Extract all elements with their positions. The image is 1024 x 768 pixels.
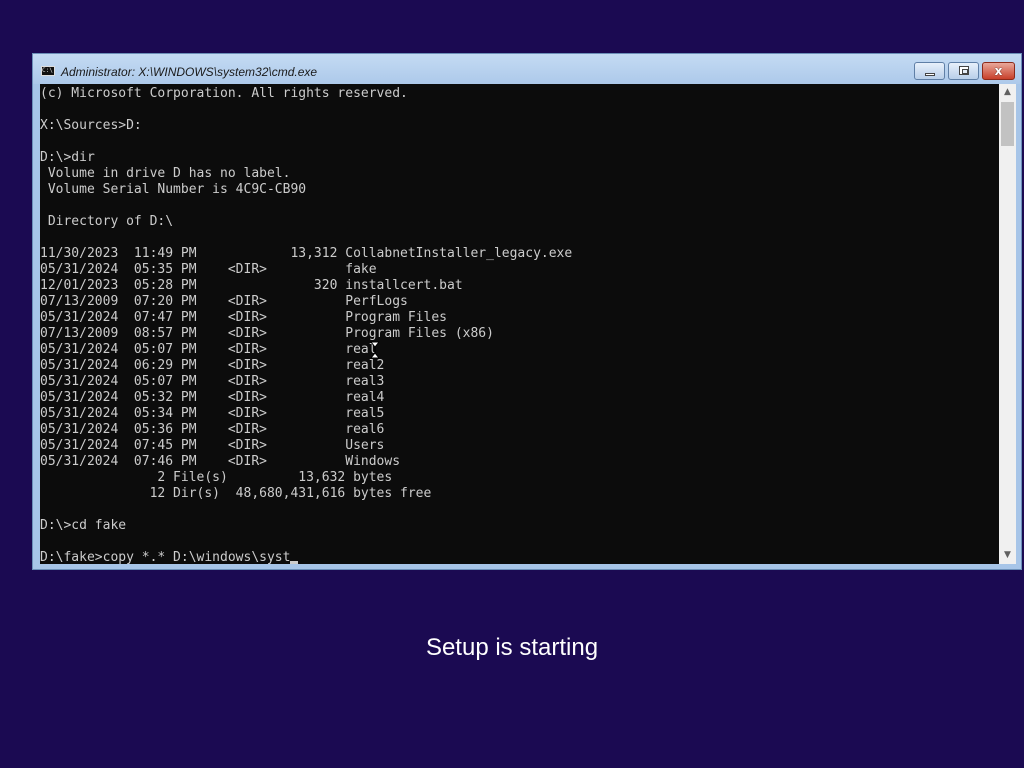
maximize-button[interactable] [948,62,979,80]
setup-desktop: C:\ Administrator: X:\WINDOWS\system32\c… [0,0,1024,768]
console-line: D:\>cd fake [40,518,127,533]
console-line: 05/31/2024 05:34 PM <DIR> real5 [40,406,385,421]
console-line: 05/31/2024 07:45 PM <DIR> Users [40,438,385,453]
console-line: Directory of D:\ [40,214,174,229]
console-line: 07/13/2009 07:20 PM <DIR> PerfLogs [40,294,408,309]
command-input-line[interactable]: D:\fake>copy *.* D:\windows\syst [40,550,999,564]
command-input-text[interactable]: D:\fake>copy *.* D:\windows\syst [40,550,290,564]
minimize-button[interactable] [914,62,945,80]
console-app-icon: C:\ [41,66,55,76]
console-line: 05/31/2024 05:35 PM <DIR> fake [40,262,377,277]
console-line: 12 Dir(s) 48,680,431,616 bytes free [40,486,432,501]
console-line: (c) Microsoft Corporation. All rights re… [40,86,408,101]
console-line: Volume Serial Number is 4C9C-CB90 [40,182,307,197]
scroll-down-arrow-icon[interactable]: ▼ [999,547,1016,564]
console-line: 05/31/2024 05:36 PM <DIR> real6 [40,422,385,437]
console-line: 2 File(s) 13,632 bytes [40,470,393,485]
setup-status-text: Setup is starting [425,634,599,661]
vertical-scrollbar[interactable]: ▲ ▼ [999,84,1016,564]
console-output[interactable]: (c) Microsoft Corporation. All rights re… [40,84,999,564]
console-line: Volume in drive D has no label. [40,166,291,181]
cmd-window[interactable]: C:\ Administrator: X:\WINDOWS\system32\c… [32,53,1022,570]
console-line: 05/31/2024 07:47 PM <DIR> Program Files [40,310,447,325]
console-line: X:\Sources>D: [40,118,142,133]
console-line: 05/31/2024 05:07 PM <DIR> real3 [40,374,385,389]
console-line: D:\>dir [40,150,95,165]
close-icon: x [994,64,1003,78]
console-line: 07/13/2009 08:57 PM <DIR> Program Files … [40,326,494,341]
minimize-icon [925,73,935,76]
console-line: 05/31/2024 06:29 PM <DIR> real2 [40,358,385,373]
console-line: 12/01/2023 05:28 PM 320 installcert.bat [40,278,463,293]
scroll-up-arrow-icon[interactable]: ▲ [999,84,1016,101]
console-line: 05/31/2024 05:32 PM <DIR> real4 [40,390,385,405]
title-bar[interactable]: C:\ Administrator: X:\WINDOWS\system32\c… [33,54,1021,84]
maximize-icon [959,66,969,75]
console-lines: (c) Microsoft Corporation. All rights re… [40,86,999,564]
text-select-cursor-icon [370,341,380,359]
scroll-thumb[interactable] [1001,102,1014,146]
text-cursor [290,561,299,564]
console-line: 05/31/2024 05:07 PM <DIR> real [40,342,377,357]
console-line: 11/30/2023 11:49 PM 13,312 CollabnetInst… [40,246,573,261]
window-title: Administrator: X:\WINDOWS\system32\cmd.e… [61,65,318,79]
close-button[interactable]: x [982,62,1015,80]
console-line: 05/31/2024 07:46 PM <DIR> Windows [40,454,401,469]
